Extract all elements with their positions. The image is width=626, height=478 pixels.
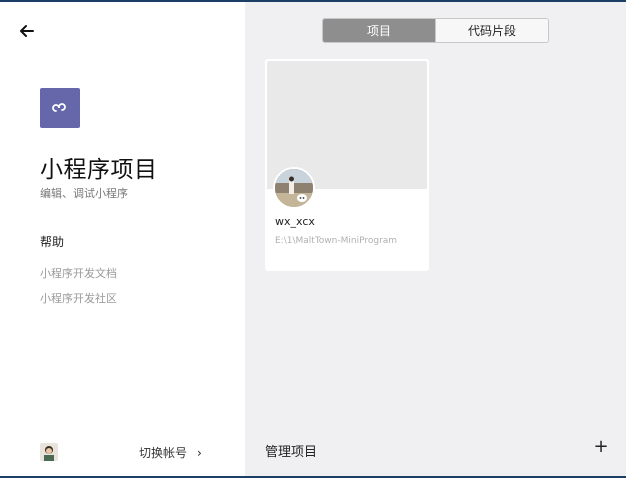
chevron-right-icon: ›	[197, 445, 202, 460]
help-link-docs[interactable]: 小程序开发文档	[40, 265, 117, 281]
help-link-community[interactable]: 小程序开发社区	[40, 290, 117, 306]
tab-bar: 项目 代码片段	[322, 18, 549, 43]
project-avatar	[273, 167, 315, 209]
project-card[interactable]: wx_xcx E:\1\MaltTown-MiniProgram	[265, 59, 429, 271]
manage-projects-button[interactable]: 管理项目	[265, 441, 317, 460]
page-title: 小程序项目	[40, 157, 158, 183]
project-path: E:\1\MaltTown-MiniProgram	[275, 236, 398, 246]
user-avatar	[40, 443, 58, 461]
arrow-left-icon	[20, 25, 34, 37]
help-heading: 帮助	[40, 235, 65, 249]
page-subtitle: 编辑、调试小程序	[40, 187, 128, 200]
tab-projects[interactable]: 项目	[323, 19, 435, 42]
switch-account-button[interactable]: 切换帐号 ›	[139, 444, 202, 461]
project-name: wx_xcx	[275, 215, 315, 228]
back-button[interactable]	[17, 21, 37, 41]
tab-code-snippets[interactable]: 代码片段	[435, 19, 548, 42]
switch-account-label: 切换帐号	[139, 446, 188, 460]
miniprogram-logo-icon	[40, 88, 80, 128]
plus-icon[interactable]: +	[592, 438, 610, 456]
right-panel: 项目 代码片段 wx_xcx E:\1\MaltTown-MiniProgram…	[245, 2, 626, 476]
left-panel: 小程序项目 编辑、调试小程序 帮助 小程序开发文档 小程序开发社区 切换帐号 ›	[0, 2, 245, 476]
